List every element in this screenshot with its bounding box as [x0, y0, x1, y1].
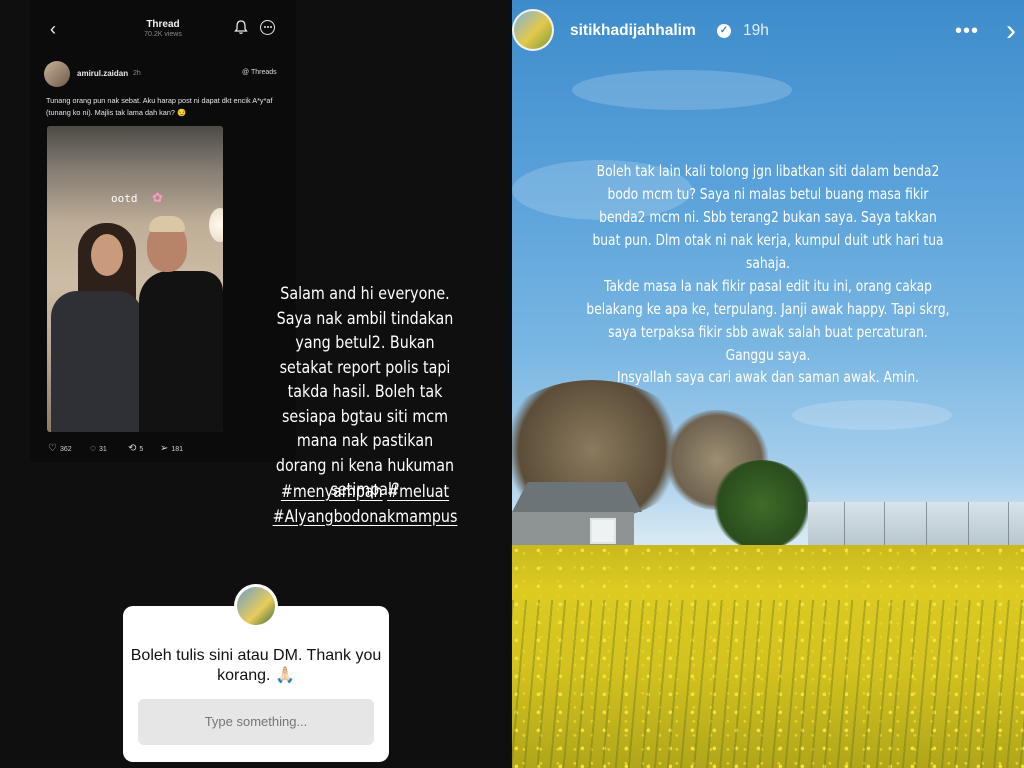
flower-icon: ✿ [152, 190, 163, 205]
photo-caption: ootd [111, 192, 138, 205]
photo-man-hair [149, 216, 185, 232]
question-sticker-avatar [234, 584, 278, 628]
bell-icon [234, 20, 248, 34]
heart-icon: ♡ [48, 443, 57, 454]
photo-man-body [139, 271, 223, 432]
left-story: ‹ Thread 70.2K views amirul.zaidan 2h @ … [0, 0, 512, 768]
house-window [590, 518, 616, 544]
share-count: 181 [171, 445, 184, 453]
house-roof [512, 482, 642, 512]
question-prompt: Boleh tulis sini atau DM. Thank you kora… [130, 647, 382, 684]
greenhouse [808, 502, 1024, 548]
post-time: 2h [133, 70, 141, 77]
hashtag[interactable]: #menyampah [281, 482, 383, 502]
post-author-avatar [44, 61, 70, 87]
story-author-username[interactable]: sitikhadijahhalim [570, 22, 696, 40]
post-author-username: amirul.zaidan [77, 69, 129, 78]
post-photo: ootd ✿ [47, 126, 223, 432]
post-actions: ♡ 362 ◌ 31 ⟲ 5 ➢ 181 [48, 444, 288, 456]
photo-woman-face [91, 234, 123, 276]
greenhouse-frame [844, 502, 845, 548]
greenhouse-frame [926, 502, 927, 548]
threads-source-text: Threads [250, 69, 277, 76]
thread-header: ‹ Thread 70.2K views [30, 14, 296, 44]
greenhouse-frame [1008, 502, 1009, 548]
post-text: Tunang orang pun nak sebat. Aku harap po… [46, 96, 273, 117]
greenhouse-frame [968, 502, 969, 548]
story-time: 19h [743, 22, 769, 39]
sky-cloud [792, 400, 952, 430]
thread-views: 70.2K views [144, 31, 182, 38]
repost-icon: ⟲ [128, 443, 137, 454]
story-caption: Salam and hi everyone. Saya nak ambil ti… [275, 284, 455, 500]
comment-action: ◌ 31 [90, 444, 107, 454]
field-stems [512, 600, 1024, 768]
comment-icon: ◌ [90, 443, 96, 454]
story-author-avatar[interactable] [512, 9, 554, 51]
sky-cloud [572, 70, 792, 110]
like-action: ♡ 362 [48, 444, 72, 454]
repost-count: 5 [139, 445, 144, 453]
question-sticker: Boleh tulis sini atau DM. Thank you kora… [123, 606, 389, 762]
threads-source-label: @ Threads [242, 69, 277, 76]
thread-screenshot: ‹ Thread 70.2K views amirul.zaidan 2h @ … [30, 0, 296, 462]
photo-woman-body [51, 291, 143, 432]
threads-logo-icon: @ [242, 69, 250, 76]
more-options-icon [260, 20, 275, 35]
story-paragraph: Insyallah saya cari awak dan saman awak.… [616, 368, 920, 386]
photo-lamp [209, 208, 223, 242]
thread-title: Thread [146, 19, 180, 30]
hashtag[interactable]: #meluat [387, 482, 449, 502]
share-action: ➢ 181 [160, 444, 183, 454]
send-icon: ➢ [160, 443, 169, 454]
verified-badge-icon: ✓ [717, 24, 731, 38]
greenhouse-frame [884, 502, 885, 548]
next-story-chevron-icon[interactable]: › [1006, 16, 1016, 46]
story-paragraph: Takde masa la nak fikir pasal edit itu i… [586, 277, 950, 364]
story-hashtags: #menyampah #meluat #Alyangbodonakmampus [273, 480, 458, 529]
right-story: sitikhadijahhalim ✓ 19h ••• › Boleh tak … [512, 0, 1024, 768]
hashtag[interactable]: #Alyangbodonakmampus [273, 507, 458, 527]
repost-action: ⟲ 5 [128, 444, 143, 454]
story-paragraph: Boleh tak lain kali tolong jgn libatkan … [592, 162, 944, 272]
question-reply-input[interactable] [138, 699, 374, 745]
photo-ceiling [47, 126, 223, 176]
comment-count: 31 [98, 445, 107, 453]
more-options-icon[interactable]: ••• [955, 21, 979, 41]
like-count: 362 [59, 445, 72, 453]
green-tree [712, 460, 812, 550]
